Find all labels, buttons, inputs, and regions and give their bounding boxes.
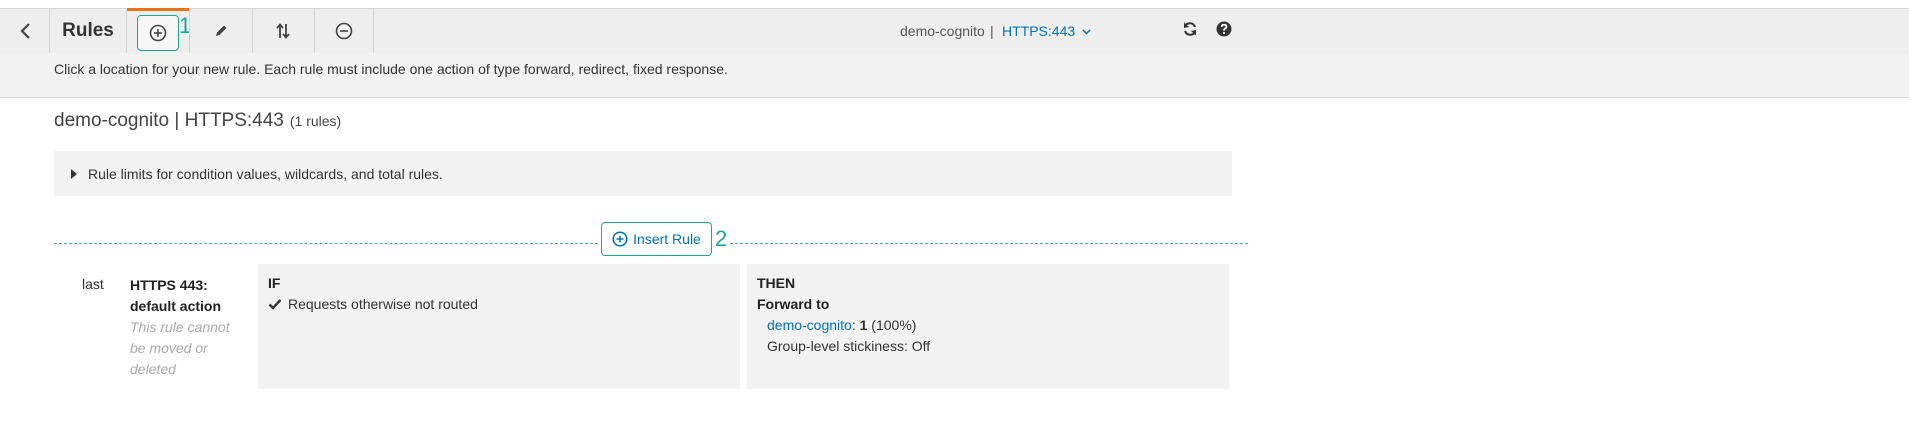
listener-dropdown[interactable]: HTTPS:443 [1002, 9, 1091, 53]
insert-location-line-left [54, 243, 598, 244]
rule-count: (1 rules) [289, 113, 342, 129]
listener-heading: demo-cognito | HTTPS:443 (1 rules) [54, 110, 341, 132]
forward-target: demo-cognito: 1 (100%) [767, 317, 916, 333]
help-button[interactable] [1216, 21, 1232, 42]
refresh-icon [1184, 22, 1196, 36]
instruction-text: Click a location for your new rule. Each… [54, 61, 728, 77]
rule-limits-text: Rule limits for condition values, wildca… [88, 165, 443, 182]
toolbar-separator: | [990, 23, 994, 39]
rule-note-line: This rule cannot [130, 319, 230, 335]
listener-title: demo-cognito | HTTPS:443 [54, 110, 284, 131]
minus-circle-icon [335, 22, 353, 40]
action-title: Forward to [757, 296, 830, 312]
annotation-two: 2 [715, 226, 728, 251]
weight-separator: : [851, 317, 860, 333]
stickiness-text: Group-level stickiness: Off [767, 338, 931, 354]
if-panel: IF Requests otherwise not routed [258, 264, 740, 389]
target-group-link[interactable]: demo-cognito [767, 317, 852, 333]
chevron-left-icon [19, 23, 30, 39]
chevron-down-icon [1082, 29, 1091, 35]
reorder-rules-button[interactable] [252, 9, 315, 53]
rule-name-line: HTTPS 443: [130, 277, 208, 293]
insert-location-line-right [730, 243, 1248, 244]
plus-circle-icon [149, 24, 167, 42]
rule-note-line: deleted [130, 361, 176, 377]
condition: Requests otherwise not routed [268, 296, 478, 312]
target-weight-percent: (100%) [867, 317, 917, 333]
rule-name-line: default action [130, 298, 222, 314]
rule-note: This rule cannot be moved or deleted [130, 317, 240, 380]
then-label: THEN [757, 275, 796, 291]
if-label: IF [268, 275, 281, 291]
refresh-button[interactable] [1182, 21, 1198, 42]
rules-toolbar: Rules 1 demo-cognito | HTTPS:443 [0, 8, 1909, 54]
pencil-icon [216, 25, 227, 36]
condition-text: Requests otherwise not routed [288, 296, 478, 312]
caret-right-icon [71, 168, 77, 179]
load-balancer-name: demo-cognito [900, 23, 985, 39]
checkmark-icon [268, 299, 282, 310]
reorder-arrows-icon [276, 23, 290, 39]
rule-limits-expander[interactable]: Rule limits for condition values, wildca… [54, 151, 1232, 196]
then-panel: THEN Forward to demo-cognito: 1 (100%) G… [747, 264, 1229, 389]
rule-note-line: be moved or [130, 340, 208, 356]
plus-circle-icon [612, 231, 628, 247]
back-button[interactable] [0, 9, 50, 53]
add-rule-button[interactable] [137, 15, 179, 51]
listener-label: HTTPS:443 [1002, 23, 1076, 39]
rule-name: HTTPS 443: default action [130, 275, 221, 317]
delete-rules-button[interactable] [315, 9, 374, 53]
rule-priority: last [82, 276, 104, 292]
page-title: Rules [50, 9, 127, 53]
insert-rule-label: Insert Rule [633, 231, 701, 247]
edit-rules-button[interactable] [189, 9, 253, 53]
instruction-bar: Click a location for your new rule. Each… [0, 53, 1909, 98]
help-icon [1216, 21, 1232, 37]
active-tab-indicator [127, 8, 189, 11]
insert-rule-button[interactable]: Insert Rule [601, 222, 712, 256]
